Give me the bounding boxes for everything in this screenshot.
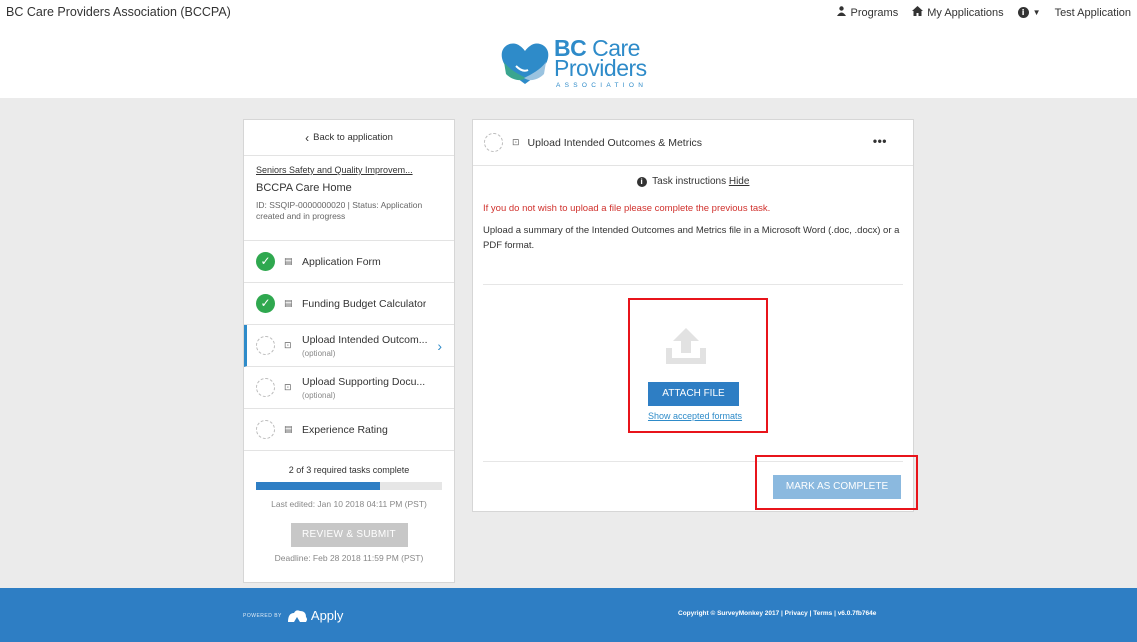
back-to-application-link[interactable]: ‹ Back to application bbox=[244, 120, 454, 156]
powered-by-apply: POWERED BY Apply bbox=[243, 608, 343, 623]
task-sidebar: ‹ Back to application Seniors Safety and… bbox=[243, 119, 455, 583]
apply-brand: Apply bbox=[310, 608, 344, 623]
nav-my-applications-label: My Applications bbox=[927, 6, 1004, 19]
task-optional-label: (optional) bbox=[302, 348, 336, 358]
task-label: Upload Supporting Docu... bbox=[302, 375, 426, 388]
pending-circle-icon bbox=[256, 378, 275, 397]
main-area: ‹ Back to application Seniors Safety and… bbox=[0, 98, 1137, 588]
instructions-text: Upload a summary of the Intended Outcome… bbox=[483, 225, 900, 251]
task-label: Funding Budget Calculator bbox=[302, 297, 427, 310]
last-edited: Last edited: Jan 10 2018 04:11 PM (PST) bbox=[271, 499, 427, 509]
task-label: Application Form bbox=[302, 255, 381, 268]
upload-file-icon: ⊡ bbox=[512, 137, 520, 148]
progress-bar bbox=[256, 482, 442, 490]
home-icon bbox=[912, 6, 924, 19]
task-label: Experience Rating bbox=[302, 423, 388, 436]
review-submit-button[interactable]: REVIEW & SUBMIT bbox=[290, 523, 408, 547]
upload-icon bbox=[666, 328, 706, 364]
upload-file-icon: ⊡ bbox=[284, 340, 292, 351]
nav-user[interactable]: Test Application bbox=[1055, 7, 1131, 19]
back-label: Back to application bbox=[313, 132, 393, 143]
progress-fill bbox=[256, 482, 381, 490]
highlight-box-complete bbox=[755, 455, 918, 510]
footer: POWERED BY Apply Copyright © SurveyMonke… bbox=[0, 588, 1137, 642]
task-upload-intended-outcomes[interactable]: ⊡ Upload Intended Outcom... (optional) › bbox=[244, 325, 454, 367]
task-title: Upload Intended Outcomes & Metrics bbox=[527, 136, 703, 149]
logo-line2: Providers bbox=[554, 55, 647, 81]
nav-programs-label: Programs bbox=[850, 6, 899, 19]
logo-header: BC Care Providers ASSOCIATION bbox=[0, 26, 1137, 98]
program-link[interactable]: Seniors Safety and Quality Improvem... bbox=[256, 165, 442, 175]
org-name: BC Care Providers Association (BCCPA) bbox=[6, 5, 231, 19]
upload-file-icon: ⊡ bbox=[284, 382, 292, 393]
pending-circle-icon bbox=[484, 133, 503, 152]
task-instructions-header: i Task instructions Hide bbox=[473, 176, 913, 187]
instructions-label: Task instructions bbox=[652, 176, 727, 187]
check-icon: ✓ bbox=[256, 294, 275, 313]
top-nav: Programs My Applications i ▼ Test Applic… bbox=[822, 6, 1131, 19]
progress-section: 2 of 3 required tasks complete Last edit… bbox=[244, 451, 454, 563]
show-accepted-formats-link[interactable]: Show accepted formats bbox=[643, 411, 747, 421]
task-label: Upload Intended Outcom... bbox=[302, 333, 428, 346]
task-application-form[interactable]: ✓ ▤ Application Form bbox=[244, 241, 454, 283]
bccpa-logo: BC Care Providers ASSOCIATION bbox=[498, 36, 668, 96]
info-icon: i bbox=[636, 177, 647, 187]
hide-instructions-link[interactable]: Hide bbox=[729, 176, 750, 187]
task-panel: ⊡ Upload Intended Outcomes & Metrics •••… bbox=[472, 119, 914, 512]
document-icon: ▤ bbox=[284, 256, 293, 267]
pending-circle-icon bbox=[256, 420, 275, 439]
application-meta: ID: SSQIP-0000000020 | Status: Applicati… bbox=[256, 200, 423, 221]
deadline: Deadline: Feb 28 2018 11:59 PM (PST) bbox=[274, 553, 424, 563]
apply-logo-icon bbox=[287, 609, 307, 622]
chevron-left-icon: ‹ bbox=[305, 130, 310, 145]
task-experience-rating[interactable]: ▤ Experience Rating bbox=[244, 409, 454, 451]
powered-by-label: POWERED BY bbox=[243, 612, 282, 619]
progress-text: 2 of 3 required tasks complete bbox=[288, 465, 410, 475]
heart-hands-icon bbox=[501, 43, 549, 84]
nav-my-applications[interactable]: My Applications bbox=[912, 6, 1004, 19]
copyright-text: Copyright © SurveyMonkey 2017 | Privacy … bbox=[678, 610, 877, 617]
attach-file-button[interactable]: ATTACH FILE bbox=[648, 382, 739, 406]
chevron-down-icon: ▼ bbox=[1032, 8, 1041, 17]
pending-circle-icon bbox=[256, 336, 275, 355]
nav-programs[interactable]: Programs bbox=[836, 6, 899, 19]
chevron-right-icon: › bbox=[437, 338, 442, 354]
care-home-name: BCCPA Care Home bbox=[256, 182, 352, 194]
info-dropdown[interactable]: i ▼ bbox=[1017, 7, 1041, 18]
top-bar: BC Care Providers Association (BCCPA) Pr… bbox=[0, 0, 1137, 26]
more-options-icon[interactable]: ••• bbox=[873, 134, 887, 148]
logo-line3: ASSOCIATION bbox=[556, 82, 648, 89]
document-icon: ▤ bbox=[284, 298, 293, 309]
info-icon: i bbox=[1017, 7, 1029, 18]
document-icon: ▤ bbox=[284, 424, 293, 435]
warning-text: If you do not wish to upload a file plea… bbox=[483, 203, 771, 214]
nav-user-label: Test Application bbox=[1054, 6, 1131, 19]
task-optional-label: (optional) bbox=[302, 390, 336, 400]
programs-icon bbox=[836, 6, 847, 19]
divider bbox=[483, 284, 903, 285]
check-icon: ✓ bbox=[256, 252, 275, 271]
task-upload-supporting-documents[interactable]: ⊡ Upload Supporting Docu... (optional) bbox=[244, 367, 454, 409]
task-funding-budget-calculator[interactable]: ✓ ▤ Funding Budget Calculator bbox=[244, 283, 454, 325]
application-info: Seniors Safety and Quality Improvem... B… bbox=[244, 156, 454, 241]
task-panel-header: ⊡ Upload Intended Outcomes & Metrics ••• bbox=[473, 120, 913, 166]
